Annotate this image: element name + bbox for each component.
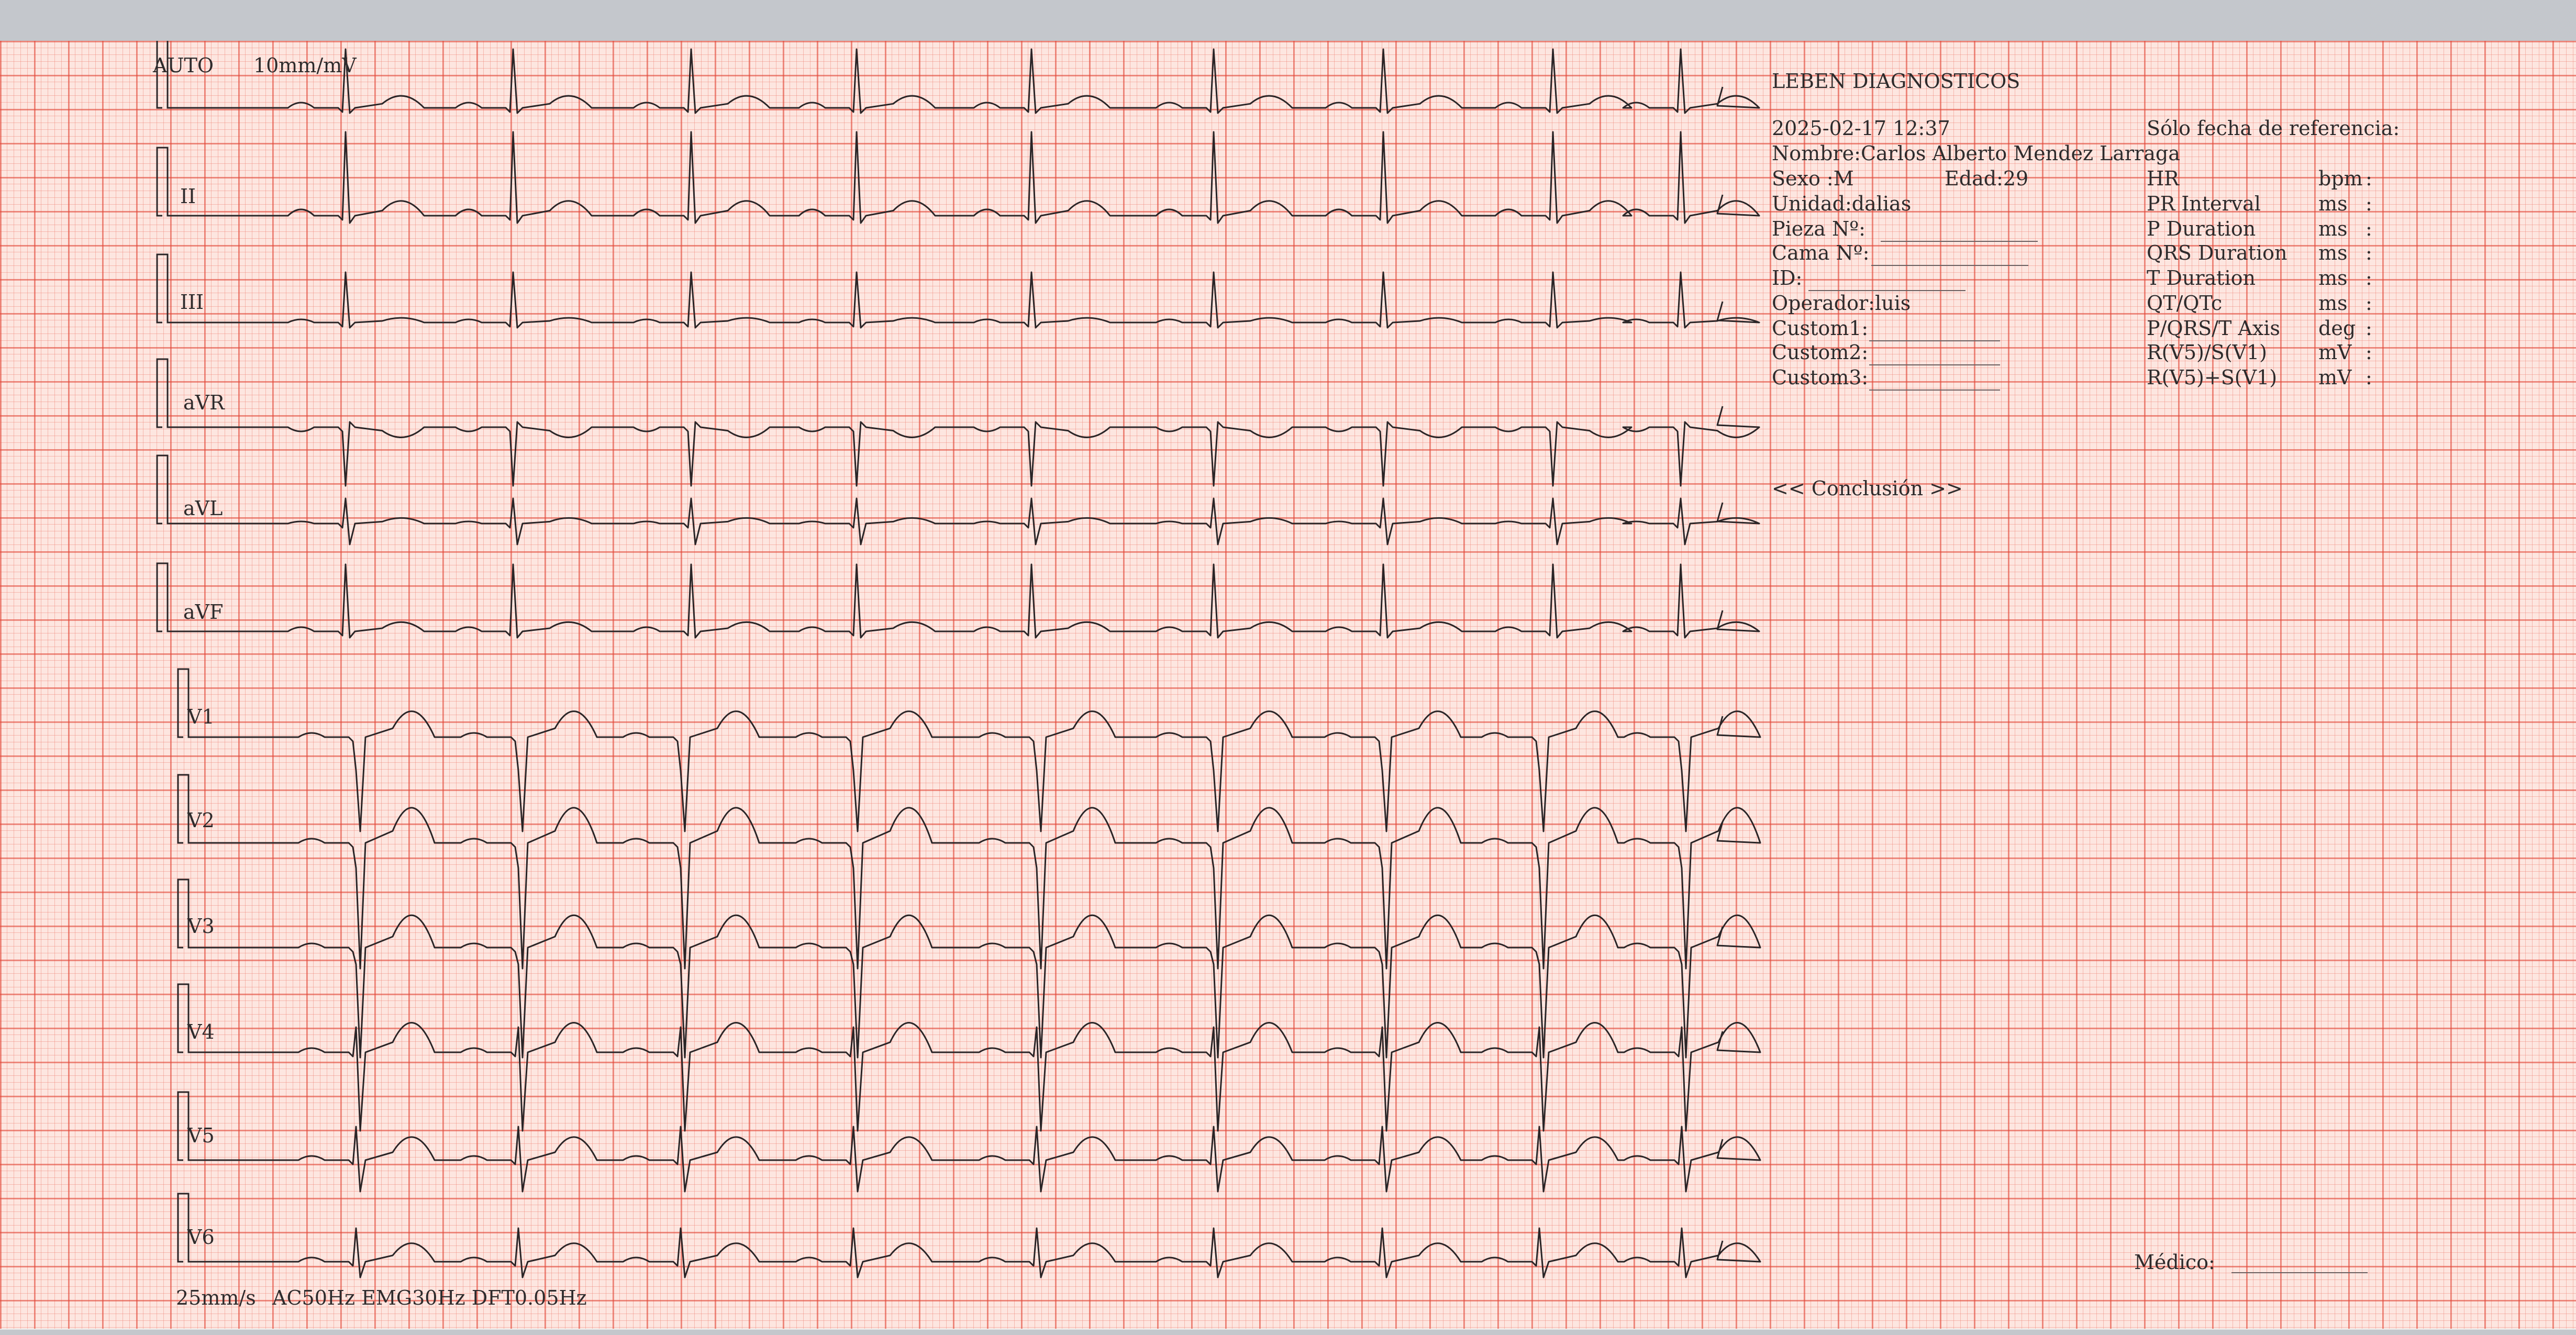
lead-label-v2: V2 <box>187 809 215 832</box>
measure-unit-pdur: ms <box>2318 217 2348 240</box>
patient-name-label: Nombre: <box>1772 142 1861 165</box>
doctor-label: Médico: <box>2134 1251 2215 1274</box>
custom1-underline <box>1869 340 2000 341</box>
lead-label-iii: III <box>180 291 204 314</box>
calibration-pulse <box>156 562 178 632</box>
measure-name-pr: PR Interval <box>2147 192 2261 215</box>
measure-sep-sum: : <box>2366 366 2372 389</box>
measure-sep-ratio: : <box>2366 341 2372 364</box>
patient-name-value: Carlos Alberto Mendez Larraga <box>1860 142 2180 165</box>
lead-label-v4: V4 <box>187 1020 215 1043</box>
measure-sep-pdur: : <box>2366 217 2372 240</box>
measure-name-ratio: R(V5)/S(V1) <box>2147 341 2267 364</box>
measure-sep-qt: : <box>2366 292 2372 315</box>
lead-label-avr: aVR <box>183 391 225 414</box>
measure-unit-ratio: mV <box>2318 341 2352 364</box>
measure-sep-tdur: : <box>2366 266 2372 290</box>
lead-label-v5: V5 <box>187 1124 215 1147</box>
measure-unit-qrs: ms <box>2318 241 2348 264</box>
doctor-signature-line <box>2231 1272 2368 1273</box>
measure-name-tdur: T Duration <box>2147 266 2256 290</box>
mode-label: AUTO <box>153 54 214 77</box>
measure-unit-axis: deg <box>2318 317 2356 340</box>
ecg-trace-v5 <box>199 1126 1761 1193</box>
age-row: Edad:29 <box>1945 169 2028 188</box>
custom1-label: Custom1: <box>1772 317 1869 340</box>
ecg-trace-v6 <box>199 1227 1761 1278</box>
measure-name-sum: R(V5)+S(V1) <box>2147 366 2278 389</box>
conclusion-heading: << Conclusión >> <box>1772 477 1963 500</box>
bed-underline <box>1871 265 2028 266</box>
measure-name-axis: P/QRS/T Axis <box>2147 317 2280 340</box>
lead-label-v3: V3 <box>187 915 215 938</box>
measure-name-hr: HR <box>2147 167 2179 190</box>
measure-name-pdur: P Duration <box>2147 217 2256 240</box>
clinic-name: LEBEN DIAGNOSTICOS <box>1772 70 2020 93</box>
lead-label-avl: aVL <box>183 497 223 520</box>
measure-unit-sum: mV <box>2318 366 2352 389</box>
custom3-label: Custom3: <box>1772 366 1869 389</box>
unit-label: Unidad: <box>1772 192 1852 215</box>
calibration-pulse <box>156 454 178 525</box>
ecg-trace-avf <box>178 563 1760 639</box>
ecg-trace-avl <box>178 497 1760 546</box>
custom2-label: Custom2: <box>1772 341 1869 364</box>
custom2-underline <box>1869 364 2000 365</box>
report-datetime: 2025-02-17 12:37 <box>1772 117 1950 140</box>
ecg-trace-ii <box>178 131 1760 224</box>
unit-value: dalias <box>1851 192 1912 215</box>
ecg-trace-iii <box>178 271 1760 329</box>
unit-row: Unidad:dalias <box>1772 194 1911 214</box>
id-underline <box>1808 290 1966 291</box>
age-label: Edad: <box>1945 167 2003 190</box>
ecg-trace-v1 <box>199 710 1761 832</box>
piece-label: Pieza Nº: <box>1772 217 1866 240</box>
age-value: 29 <box>2003 167 2029 190</box>
custom3-underline <box>1869 390 2000 391</box>
measure-unit-pr: ms <box>2318 192 2348 215</box>
measure-sep-pr: : <box>2366 192 2372 215</box>
piece-underline <box>1881 241 2038 242</box>
filter-label: AC50Hz EMG30Hz DFT0.05Hz <box>272 1286 587 1309</box>
measure-sep-qrs: : <box>2366 241 2372 264</box>
ecg-trace-i <box>178 48 1760 114</box>
measure-unit-tdur: ms <box>2318 266 2348 290</box>
measure-sep-hr: : <box>2366 167 2372 190</box>
lead-label-v1: V1 <box>187 705 215 728</box>
sex-value: M <box>1833 167 1854 190</box>
bed-label: Cama Nº: <box>1772 241 1870 264</box>
sex-label: Sexo : <box>1772 167 1834 190</box>
ecg-trace-avr <box>178 406 1760 487</box>
speed-label: 25mm/s <box>176 1286 256 1309</box>
lead-label-v6: V6 <box>187 1226 215 1249</box>
id-label: ID: <box>1772 266 1803 290</box>
sex-row: Sexo :M <box>1772 169 1854 188</box>
calibration-pulse <box>156 147 178 217</box>
patient-name-row: Nombre:Carlos Alberto Mendez Larraga <box>1772 143 2180 163</box>
measure-unit-hr: bpm <box>2318 167 2363 190</box>
operator-value: luis <box>1874 292 1911 315</box>
calibration-pulse <box>156 358 178 428</box>
lead-label-ii: II <box>180 185 196 208</box>
operator-row: Operador:luis <box>1772 293 1911 313</box>
operator-label: Operador: <box>1772 292 1875 315</box>
gain-label: 10mm/mV <box>253 54 357 77</box>
ecg-trace-v4 <box>199 1022 1761 1132</box>
calibration-pulse <box>156 253 178 324</box>
measure-name-qt: QT/QTc <box>2147 292 2223 315</box>
ecg-trace-v3 <box>199 914 1761 1059</box>
reference-note: Sólo fecha de referencia: <box>2147 117 2400 140</box>
measure-name-qrs: QRS Duration <box>2147 241 2288 264</box>
measure-sep-axis: : <box>2366 317 2372 340</box>
lead-label-avf: aVF <box>183 600 224 624</box>
measure-unit-qt: ms <box>2318 292 2348 315</box>
